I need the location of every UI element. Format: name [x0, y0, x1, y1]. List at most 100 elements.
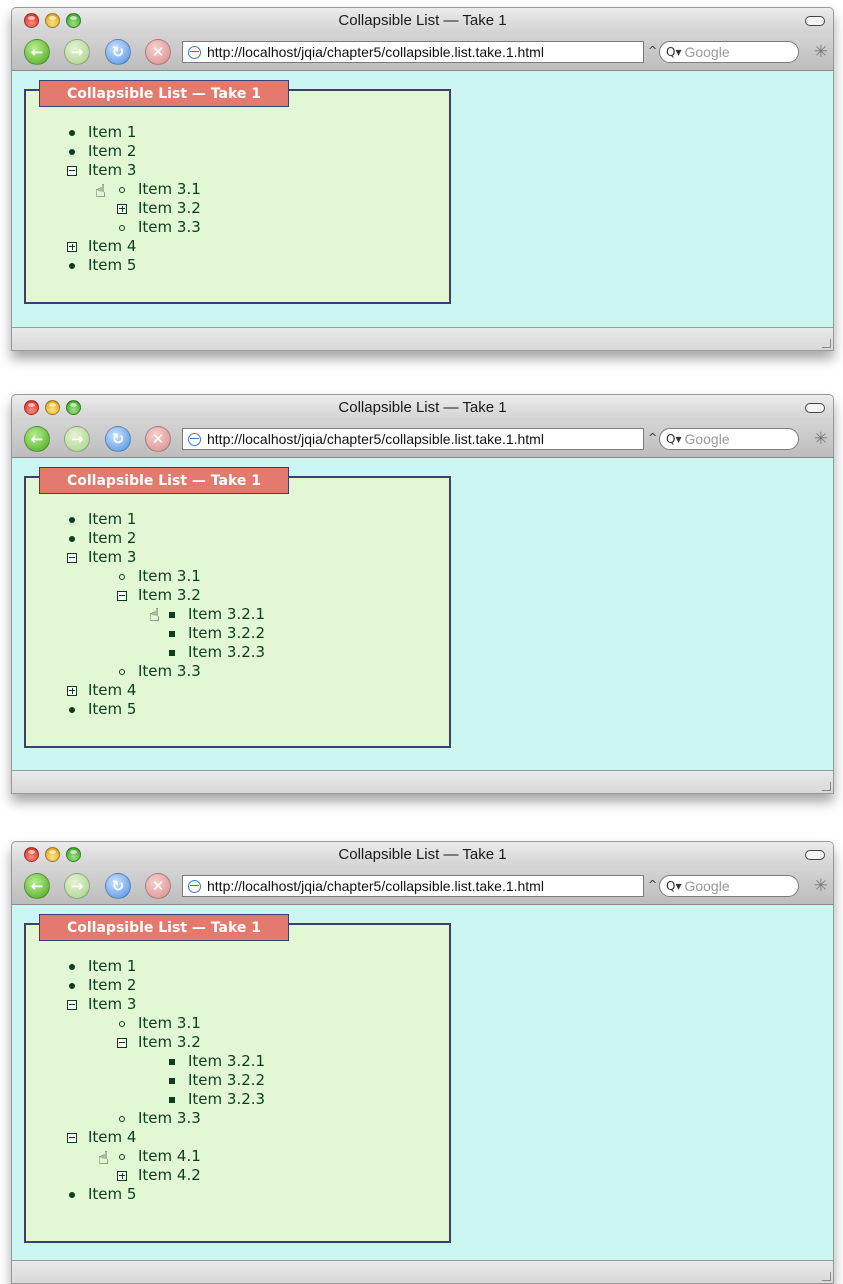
expand-plus-icon[interactable]: [116, 203, 128, 214]
bullet-circle-icon-shape: [119, 1153, 125, 1160]
back-button[interactable]: ←: [24, 873, 50, 899]
bullet-disc-icon: [66, 535, 78, 542]
snapback-icon[interactable]: ^: [648, 44, 657, 57]
back-button[interactable]: ←: [24, 426, 50, 452]
list-item-label: Item 3: [88, 548, 137, 566]
forward-button[interactable]: →: [64, 873, 90, 899]
search-input[interactable]: Q▾ Google: [659, 41, 799, 63]
collapsible-list: Item 1 Item 2 Item 3 Item 3.1 Item 3.2 Item 3…: [26, 123, 201, 275]
list-item-label: Item 3.2: [138, 1033, 201, 1051]
list-item-label: Item 3.2.1: [188, 605, 266, 623]
stop-button[interactable]: ✕: [145, 873, 171, 899]
bullet-disc-icon: [66, 262, 78, 269]
page-content: Collapsible List — Take 1 Item 1 Item 2 It…: [12, 71, 833, 327]
reload-button[interactable]: ↻: [105, 39, 131, 65]
expand-plus-icon[interactable]: [66, 685, 78, 696]
list-item: Item 3.2.3: [26, 643, 265, 662]
collapse-minus-icon[interactable]: [66, 1132, 78, 1143]
list-item-label: Item 3.2: [138, 586, 201, 604]
toolbar-toggle-icon[interactable]: [805, 403, 825, 413]
stop-button[interactable]: ✕: [145, 39, 171, 65]
title-bar[interactable]: Collapsible List — Take 1: [12, 395, 833, 421]
activity-spinner-icon: ✳: [813, 876, 828, 896]
list-item-label: Item 1: [88, 123, 137, 141]
left-arrow-icon: ←: [30, 430, 44, 448]
collapsible-list: Item 1 Item 2 Item 3 Item 3.1 Item 3.2 Item 3…: [26, 510, 265, 719]
list-item: Item 1: [26, 510, 265, 529]
list-item: Item 5: [26, 1185, 265, 1204]
bullet-circle-icon-shape: [119, 224, 125, 231]
collapse-minus-icon-shape: [67, 1132, 77, 1143]
list-item[interactable]: Item 3.2: [26, 199, 201, 218]
list-item[interactable]: Item 3: [26, 995, 265, 1014]
snapback-icon[interactable]: ^: [648, 878, 657, 891]
page-content: Collapsible List — Take 1 Item 1 Item 2 It…: [12, 458, 833, 770]
list-item-label: Item 3: [88, 161, 137, 179]
bullet-circle-icon: [116, 573, 128, 580]
reload-button[interactable]: ↻: [105, 873, 131, 899]
list-item[interactable]: Item 3.2: [26, 586, 265, 605]
stop-button[interactable]: ✕: [145, 426, 171, 452]
reload-button[interactable]: ↻: [105, 426, 131, 452]
bullet-disc-icon: [66, 963, 78, 970]
address-bar-url: http://localhost/jqia/chapter5/collapsib…: [207, 878, 544, 894]
back-button[interactable]: ←: [24, 39, 50, 65]
bullet-disc-icon-shape: [69, 1191, 75, 1198]
list-item[interactable]: Item 3: [26, 161, 201, 180]
title-bar[interactable]: Collapsible List — Take 1: [12, 8, 833, 34]
collapse-minus-icon[interactable]: [66, 999, 78, 1010]
fieldset-legend: Collapsible List — Take 1: [39, 467, 289, 494]
expand-plus-icon[interactable]: [66, 241, 78, 252]
pointer-hand-icon: ☝: [98, 1148, 109, 1169]
toolbar-toggle-icon[interactable]: [805, 16, 825, 26]
bullet-circle-icon-shape: [119, 1020, 125, 1027]
address-bar-url: http://localhost/jqia/chapter5/collapsib…: [207, 431, 544, 447]
list-item-label: Item 5: [88, 700, 137, 718]
list-item: Item 3.2.1: [26, 605, 265, 624]
search-input[interactable]: Q▾ Google: [659, 875, 799, 897]
browser-window-3: Collapsible List — Take 1 ← → ↻ ✕ http:/…: [11, 841, 834, 1284]
collapse-minus-icon[interactable]: [116, 590, 128, 601]
title-bar[interactable]: Collapsible List — Take 1: [12, 842, 833, 868]
expand-plus-icon[interactable]: [116, 1170, 128, 1181]
bullet-disc-icon: [66, 148, 78, 155]
status-bar: [12, 770, 833, 793]
list-item[interactable]: Item 4.2: [26, 1166, 265, 1185]
window-title: Collapsible List — Take 1: [338, 399, 507, 416]
address-bar[interactable]: http://localhost/jqia/chapter5/collapsib…: [182, 875, 644, 897]
collapse-minus-icon[interactable]: [116, 1037, 128, 1048]
list-item[interactable]: Item 4: [26, 237, 201, 256]
page-globe-icon: [188, 45, 201, 59]
bullet-square-icon: [166, 1077, 178, 1084]
fieldset-legend: Collapsible List — Take 1: [39, 914, 289, 941]
list-item[interactable]: Item 3: [26, 548, 265, 567]
left-arrow-icon: ←: [30, 43, 44, 61]
bullet-disc-icon-shape: [69, 963, 75, 970]
page-content: Collapsible List — Take 1 Item 1 Item 2 It…: [12, 905, 833, 1260]
bullet-square-icon-shape: [169, 649, 175, 656]
address-bar[interactable]: http://localhost/jqia/chapter5/collapsib…: [182, 41, 644, 63]
forward-button[interactable]: →: [64, 39, 90, 65]
collapse-minus-icon[interactable]: [66, 552, 78, 563]
address-bar[interactable]: http://localhost/jqia/chapter5/collapsib…: [182, 428, 644, 450]
resize-grip-icon[interactable]: [822, 782, 831, 791]
resize-grip-icon[interactable]: [822, 339, 831, 348]
search-icon: Q▾: [666, 45, 682, 59]
search-input[interactable]: Q▾ Google: [659, 428, 799, 450]
list-item-label: Item 3.3: [138, 218, 201, 236]
list-item[interactable]: Item 3.2: [26, 1033, 265, 1052]
forward-button[interactable]: →: [64, 426, 90, 452]
toolbar-toggle-icon[interactable]: [805, 850, 825, 860]
list-item-label: Item 5: [88, 256, 137, 274]
list-item[interactable]: Item 4: [26, 1128, 265, 1147]
snapback-icon[interactable]: ^: [648, 431, 657, 444]
search-placeholder: Google: [684, 878, 730, 894]
collapse-minus-icon-shape: [117, 590, 127, 601]
list-item-label: Item 4: [88, 237, 137, 255]
activity-spinner-icon: ✳: [813, 429, 828, 449]
bullet-square-icon: [166, 611, 178, 618]
collapse-minus-icon[interactable]: [66, 165, 78, 176]
list-item[interactable]: Item 4: [26, 681, 265, 700]
list-item-label: Item 3.1: [138, 567, 201, 585]
left-arrow-icon: ←: [30, 877, 44, 895]
